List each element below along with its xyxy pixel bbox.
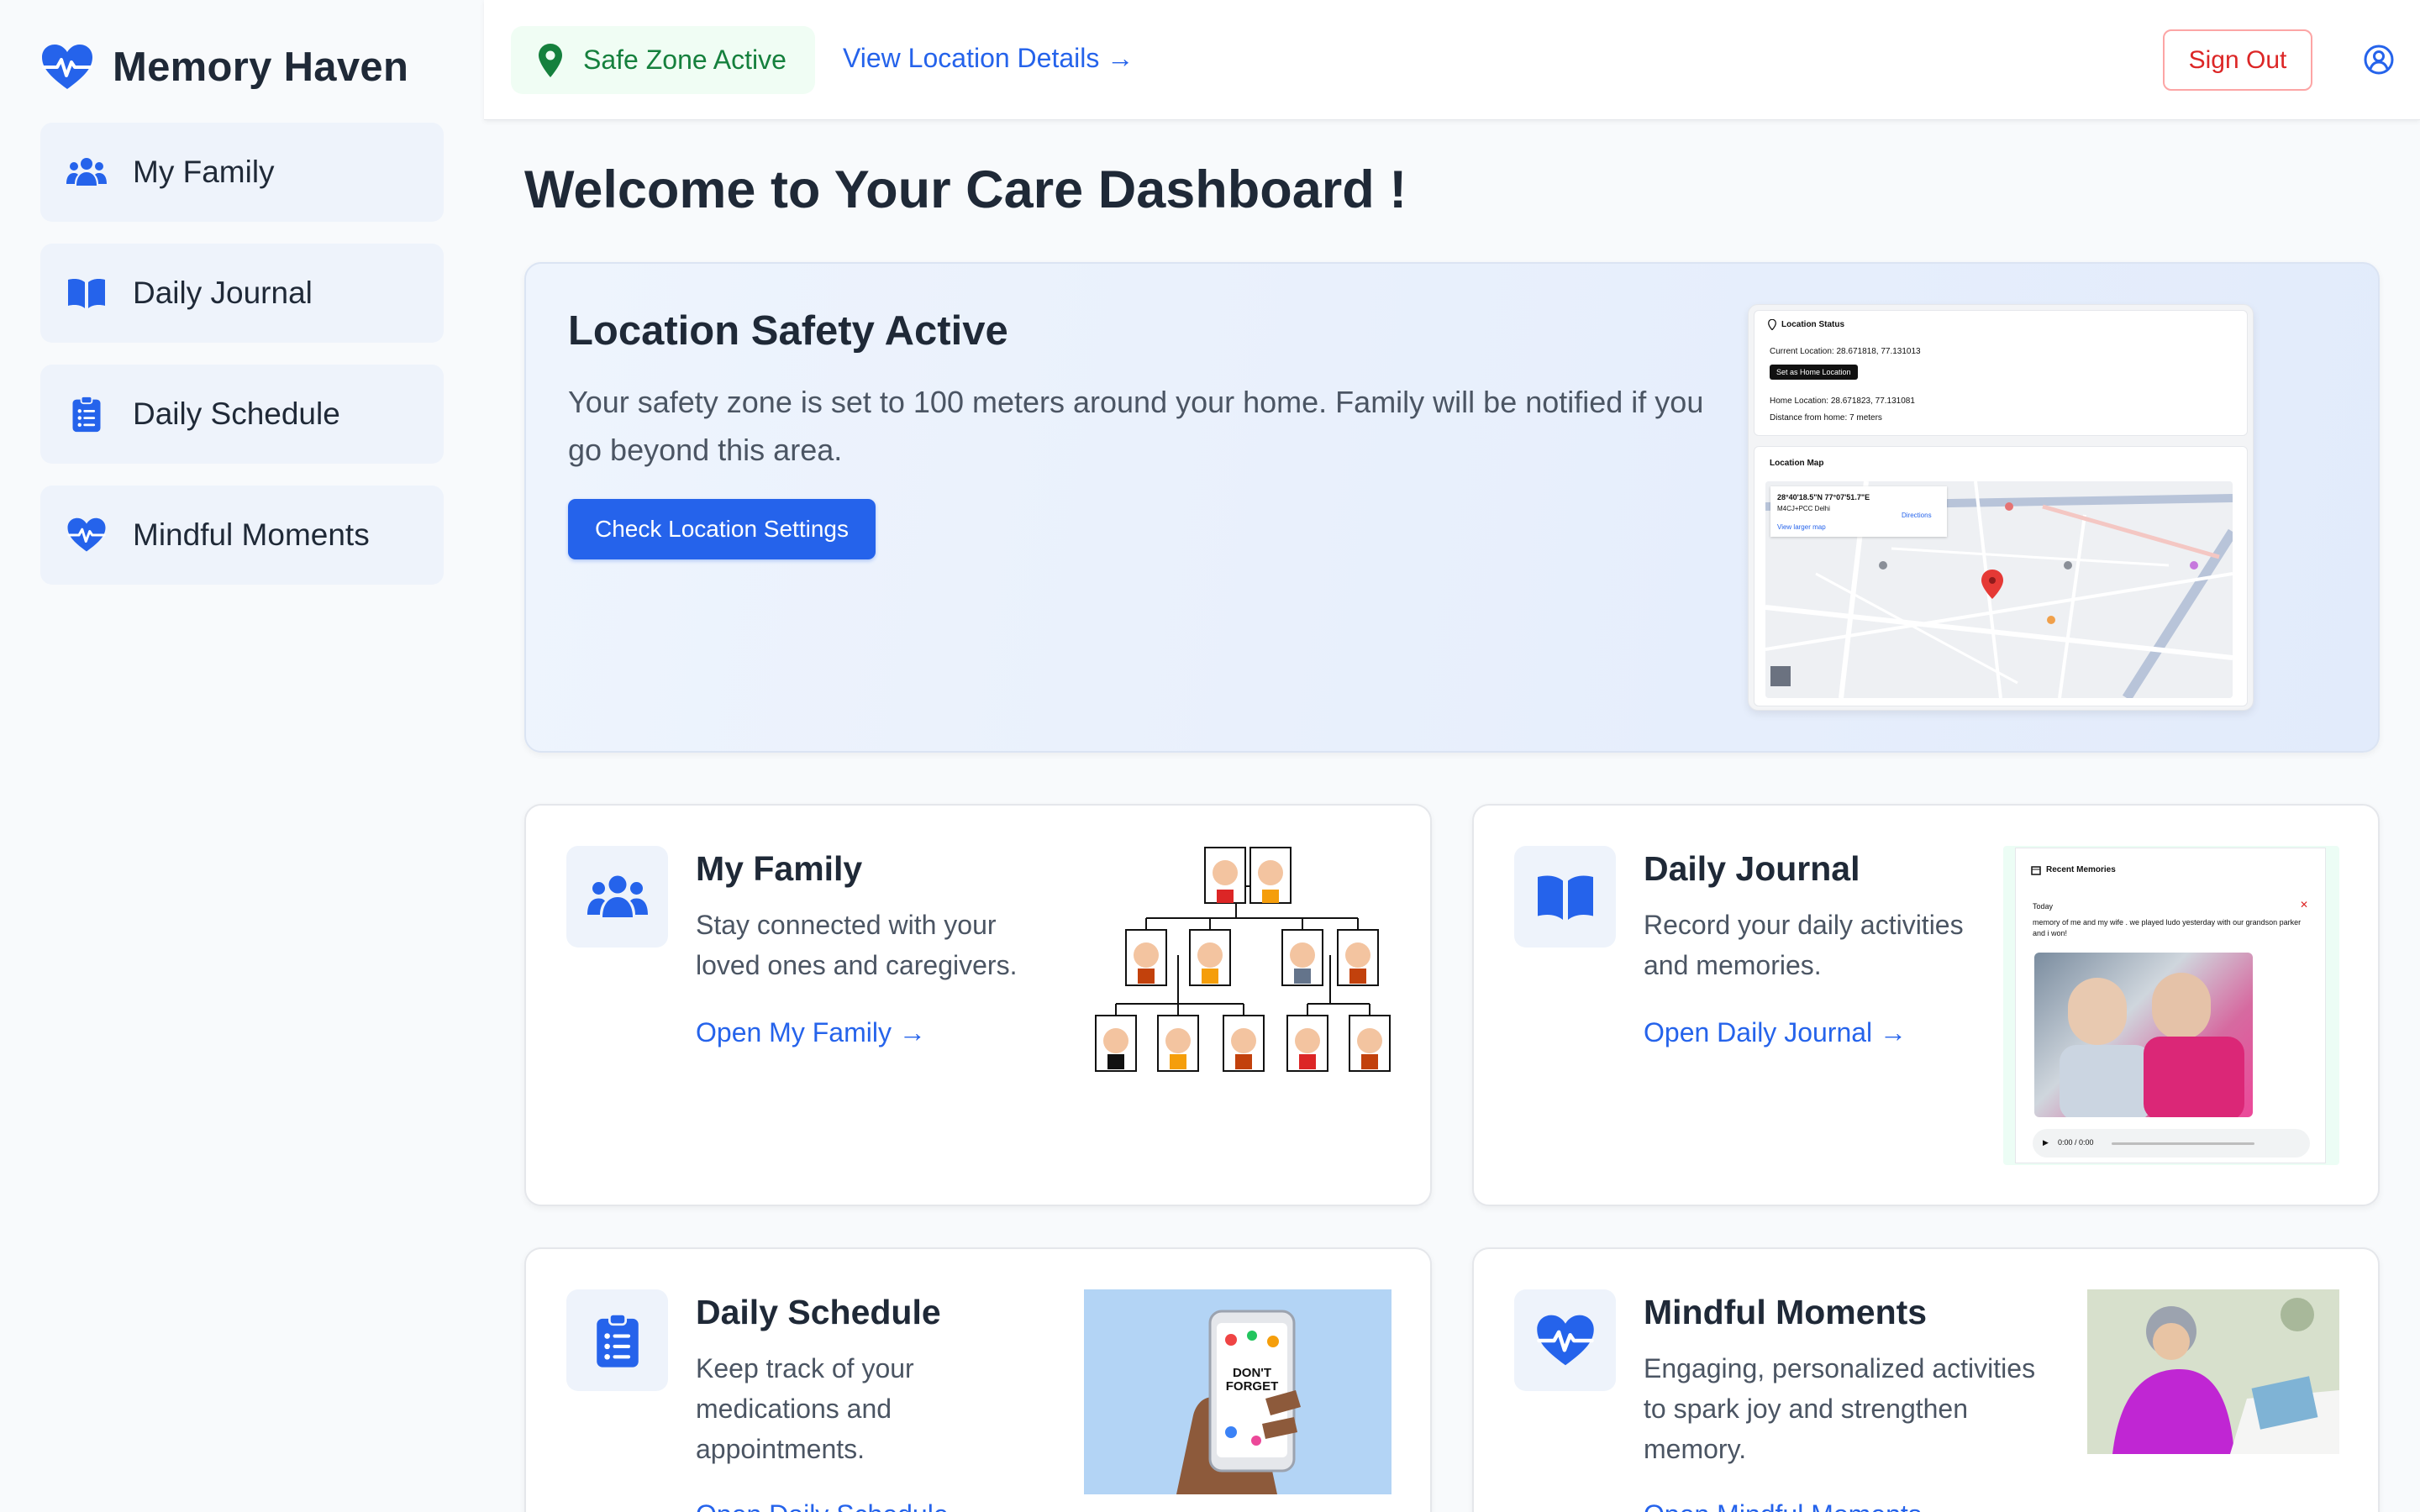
brand-name: Memory Haven: [113, 45, 409, 90]
preview-text: Recent Memories: [2046, 865, 2116, 874]
play-icon: ▶: [2043, 1138, 2049, 1147]
open-my-family-link[interactable]: Open My Family →: [696, 1017, 926, 1048]
sign-out-button[interactable]: Sign Out: [2163, 29, 2312, 91]
safe-zone-label: Safe Zone Active: [583, 45, 786, 75]
open-mindful-moments-link[interactable]: Open Mindful Moments →: [1644, 1499, 1956, 1512]
preview-text: Location Status: [1781, 320, 1845, 329]
card-line: medications and: [696, 1394, 892, 1424]
close-icon: ✕: [2300, 899, 2309, 911]
map: 28°40'18.5"N 77°07'51.7"E M4CJ+PCC Delhi…: [1765, 481, 2233, 698]
sidebar-item-label: Daily Schedule: [133, 396, 340, 431]
card-line: Keep track of your: [696, 1353, 914, 1383]
heart-pulse-icon: [1514, 1289, 1616, 1391]
family-tree-illustration: [1095, 847, 1391, 1072]
clipboard-list-icon: [66, 393, 108, 435]
top-bar: Safe Zone Active View Location Details →…: [484, 0, 2420, 120]
open-daily-schedule-link[interactable]: Open Daily Schedule →: [696, 1499, 983, 1512]
heart-pulse-icon: [66, 514, 108, 556]
card-daily-journal[interactable]: Daily Journal Record your daily activiti…: [1472, 804, 2380, 1206]
journal-photo: [2034, 953, 2253, 1117]
preview-text: Directions: [1902, 512, 1932, 519]
card-line: to spark joy and strengthen: [1644, 1394, 1969, 1424]
book-open-icon: [66, 272, 108, 314]
preview-text: 28°40'18.5"N 77°07'51.7"E: [1777, 493, 1870, 501]
journal-preview-image: Recent Memories Today ✕ memory of me and…: [2003, 846, 2339, 1165]
card-line: loved ones and caregivers.: [696, 950, 1018, 980]
check-location-settings-button[interactable]: Check Location Settings: [568, 499, 876, 559]
card-description: Keep track of your medications and appoi…: [696, 1348, 914, 1469]
preview-text: Home Location: 28.671823, 77.131081: [1770, 396, 1915, 406]
brand[interactable]: Memory Haven: [40, 37, 444, 97]
safe-zone-status: Safe Zone Active: [511, 26, 815, 94]
calendar-icon: [2031, 866, 2041, 875]
card-line: appointments.: [696, 1434, 865, 1464]
card-line: Stay connected with your: [696, 910, 997, 940]
family-tree-image: [1092, 846, 1392, 1073]
preview-text: M4CJ+PCC Delhi: [1777, 505, 1830, 512]
card-line: and memories.: [1644, 950, 1822, 980]
card-mindful-moments[interactable]: Mindful Moments Engaging, personalized a…: [1472, 1247, 2380, 1512]
preview-text: Distance from home: 7 meters: [1770, 413, 1882, 423]
users-icon: [566, 846, 668, 948]
card-title: Daily Journal: [1644, 849, 1860, 888]
audio-progress: [2112, 1142, 2254, 1145]
preview-text: 0:00 / 0:00: [2058, 1138, 2094, 1147]
card-description: Stay connected with your loved ones and …: [696, 905, 1017, 985]
map-pin-icon: [539, 43, 562, 77]
location-preview-image: Location Status Current Location: 28.671…: [1748, 304, 2254, 711]
sidebar-item-my-family[interactable]: My Family: [40, 123, 444, 222]
location-safety-banner: Location Safety Active Your safety zone …: [524, 262, 2380, 753]
sidebar: Memory Haven My Family Daily Journal Dai…: [0, 0, 484, 1512]
page-title: Welcome to Your Care Dashboard !: [524, 160, 1407, 219]
card-my-family[interactable]: My Family Stay connected with your loved…: [524, 804, 1432, 1206]
view-location-details-link[interactable]: View Location Details →: [843, 43, 1134, 74]
user-circle-icon[interactable]: [2363, 44, 2395, 76]
preview-text: Location Map: [1770, 459, 1824, 468]
mindful-photo: [2087, 1289, 2339, 1454]
sidebar-item-label: My Family: [133, 155, 275, 189]
clipboard-list-icon: [566, 1289, 668, 1391]
card-title: Mindful Moments: [1644, 1293, 1928, 1331]
users-icon: [66, 151, 108, 193]
heart-pulse-icon: [42, 45, 92, 89]
card-description: Engaging, personalized activities to spa…: [1644, 1348, 2035, 1469]
location-status-card: Location Status Current Location: 28.671…: [1754, 310, 2248, 436]
preview-button: Set as Home Location: [1770, 365, 1858, 380]
phone-text: DON'T FORGET: [1225, 1366, 1279, 1394]
sidebar-item-daily-schedule[interactable]: Daily Schedule: [40, 365, 444, 464]
card-line: memory.: [1644, 1434, 1747, 1464]
preview-text: Current Location: 28.671818, 77.131013: [1770, 347, 1921, 356]
card-title: Daily Schedule: [696, 1293, 941, 1331]
preview-text: Today: [2033, 902, 2054, 911]
banner-text: Your safety zone is set to 100 meters ar…: [568, 385, 1704, 467]
card-line: Record your daily activities: [1644, 910, 1964, 940]
sidebar-item-label: Daily Journal: [133, 276, 313, 310]
sidebar-item-label: Mindful Moments: [133, 517, 370, 552]
open-daily-journal-link[interactable]: Open Daily Journal →: [1644, 1017, 1907, 1048]
preview-text: View larger map: [1777, 523, 1826, 531]
audio-player: ▶ 0:00 / 0:00: [2033, 1129, 2310, 1158]
sidebar-item-mindful-moments[interactable]: Mindful Moments: [40, 486, 444, 585]
banner-title: Location Safety Active: [568, 308, 1008, 354]
card-daily-schedule[interactable]: Daily Schedule Keep track of your medica…: [524, 1247, 1432, 1512]
card-line: Engaging, personalized activities: [1644, 1353, 2036, 1383]
sidebar-item-daily-journal[interactable]: Daily Journal: [40, 244, 444, 343]
card-description: Record your daily activities and memorie…: [1644, 905, 1964, 985]
book-open-icon: [1514, 846, 1616, 948]
preview-text: memory of me and my wife . we played lud…: [2033, 918, 2302, 937]
journal-preview-card: Recent Memories Today ✕ memory of me and…: [2015, 848, 2326, 1163]
map-pin-icon: [1768, 319, 1776, 330]
map-info-box: 28°40'18.5"N 77°07'51.7"E M4CJ+PCC Delhi…: [1770, 486, 1947, 537]
card-title: My Family: [696, 849, 863, 888]
schedule-illustration: DON'T FORGET: [1084, 1289, 1392, 1494]
painting-activity-photo: [2087, 1289, 2339, 1454]
